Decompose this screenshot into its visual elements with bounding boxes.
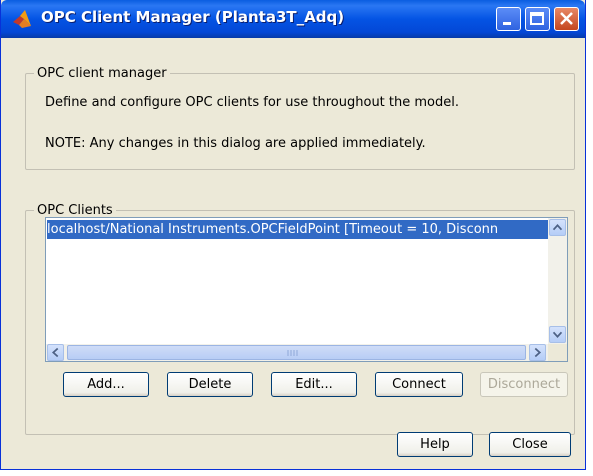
maximize-icon: [530, 12, 544, 25]
chevron-right-icon: [534, 347, 542, 358]
opc-clients-legend: OPC Clients: [37, 203, 113, 218]
close-window-button[interactable]: [554, 7, 579, 31]
maximize-button[interactable]: [525, 7, 550, 31]
opc-client-manager-legend: OPC client manager: [37, 66, 167, 81]
scrollbar-corner: [548, 344, 567, 361]
grip-icon: [287, 350, 298, 356]
list-item[interactable]: localhost/National Instruments.OPCFieldP…: [47, 220, 548, 239]
chevron-up-icon: [552, 223, 563, 231]
add-button[interactable]: Add...: [63, 372, 149, 397]
vertical-scrollbar[interactable]: [548, 218, 567, 344]
connect-button[interactable]: Connect: [375, 372, 463, 397]
horizontal-scrollbar[interactable]: [46, 344, 548, 361]
manager-description: Define and configure OPC clients for use…: [45, 95, 459, 110]
edit-button[interactable]: Edit...: [271, 372, 357, 397]
minimize-icon: [503, 22, 511, 25]
scroll-right-button[interactable]: [529, 344, 546, 361]
scroll-left-button[interactable]: [47, 344, 64, 361]
chevron-left-icon: [51, 347, 59, 358]
chevron-down-icon: [552, 331, 563, 339]
horizontal-scroll-thumb[interactable]: [67, 345, 526, 360]
disconnect-button: Disconnect: [480, 372, 568, 397]
delete-button[interactable]: Delete: [167, 372, 253, 397]
title-bar[interactable]: OPC Client Manager (Planta3T_Adq): [1, 0, 585, 38]
matlab-logo-icon: [13, 10, 31, 28]
scroll-up-button[interactable]: [549, 219, 566, 236]
help-button[interactable]: Help: [397, 432, 473, 457]
opc-clients-list[interactable]: localhost/National Instruments.OPCFieldP…: [45, 217, 568, 362]
close-button[interactable]: Close: [489, 432, 571, 457]
opc-client-manager-group: OPC client manager: [25, 66, 575, 170]
manager-note: NOTE: Any changes in this dialog are app…: [45, 136, 426, 151]
window-title: OPC Client Manager (Planta3T_Adq): [41, 8, 345, 26]
minimize-button[interactable]: [496, 7, 521, 31]
close-icon: [560, 12, 573, 25]
scroll-down-button[interactable]: [549, 326, 566, 343]
opc-client-manager-window: OPC Client Manager (Planta3T_Adq) OPC cl…: [0, 0, 586, 470]
